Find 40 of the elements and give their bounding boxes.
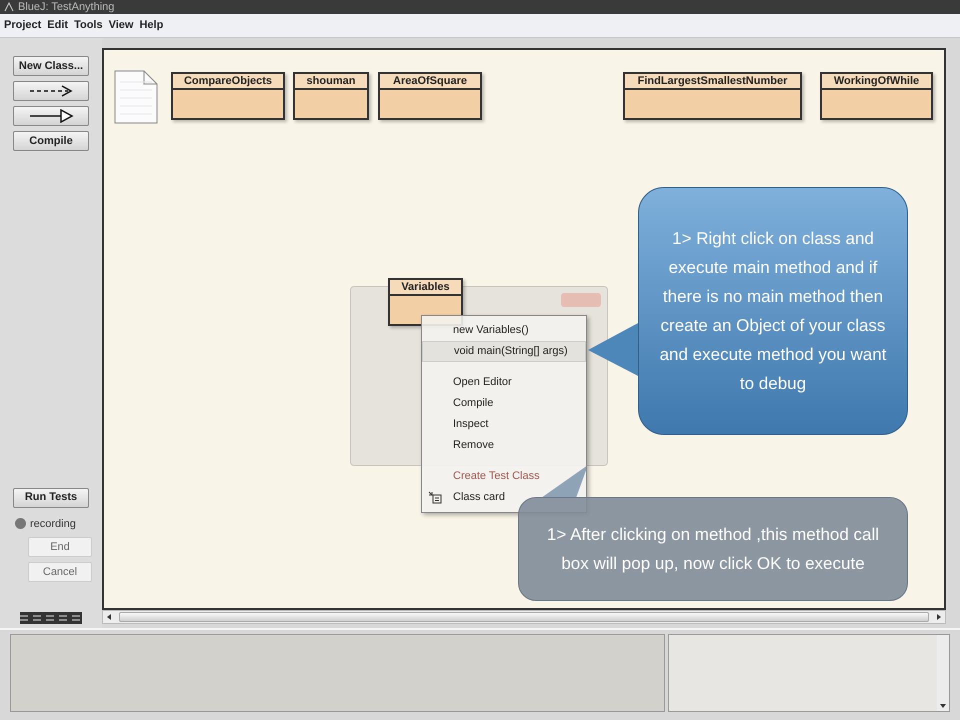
toolbar-button[interactable]: Compile [13, 131, 89, 151]
callout-pointer [541, 465, 586, 498]
window-title: BlueJ: TestAnything [18, 2, 114, 12]
menu-item[interactable]: void main(String[] args) [422, 341, 586, 362]
hollow-arrow-icon [28, 109, 74, 123]
class-name: shouman [295, 74, 367, 90]
class-box[interactable]: CompareObjects [171, 72, 285, 120]
dashed-arrow-icon [28, 85, 74, 97]
class-box[interactable]: AreaOfSquare [378, 72, 482, 120]
class-name: CompareObjects [173, 74, 283, 90]
callout-pointer [588, 322, 640, 377]
callout-text: 1> After clicking on method ,this method call box will pop up, now click OK to execute [546, 524, 880, 575]
callout-text: 1> Right click on class and execute main method and if there is no main method then create an Object of your class and execute method you want to debug [658, 228, 888, 395]
class-name: WorkingOfWhile [822, 74, 931, 90]
menu-item[interactable]: Remove [422, 435, 586, 456]
recording-label: recording [30, 516, 76, 532]
class-name: FindLargestSmallestNumber [625, 74, 800, 90]
class-box[interactable]: FindLargestSmallestNumber [623, 72, 802, 120]
scrollbar-thumb[interactable] [119, 612, 929, 622]
menu-item[interactable]: Create Test Class [422, 466, 586, 487]
arrow-button[interactable] [13, 81, 89, 101]
app-icon [4, 2, 14, 12]
class-name: Variables [390, 280, 461, 296]
menu-item[interactable]: Inspect [422, 414, 586, 435]
menu-item[interactable]: Tools [74, 17, 103, 34]
progress-stripes-icon [20, 612, 82, 624]
menu-item[interactable]: Help [139, 17, 164, 34]
class-card-icon [428, 491, 442, 504]
class-name: AreaOfSquare [380, 74, 480, 90]
menu-item[interactable]: Compile [422, 393, 586, 414]
class-box[interactable]: shouman [293, 72, 369, 120]
arrow-button[interactable] [13, 106, 89, 126]
run-tests-button[interactable]: Run Tests [13, 488, 89, 508]
menu-item[interactable]: Edit [47, 17, 68, 34]
menu-item[interactable]: Project [4, 17, 42, 34]
toolbar-button[interactable]: New Class... [13, 56, 89, 76]
menu-item[interactable]: Open Editor [422, 372, 586, 393]
readme-document-icon [114, 70, 158, 124]
class-box[interactable]: WorkingOfWhile [820, 72, 933, 120]
menu-item[interactable]: View [108, 17, 134, 34]
